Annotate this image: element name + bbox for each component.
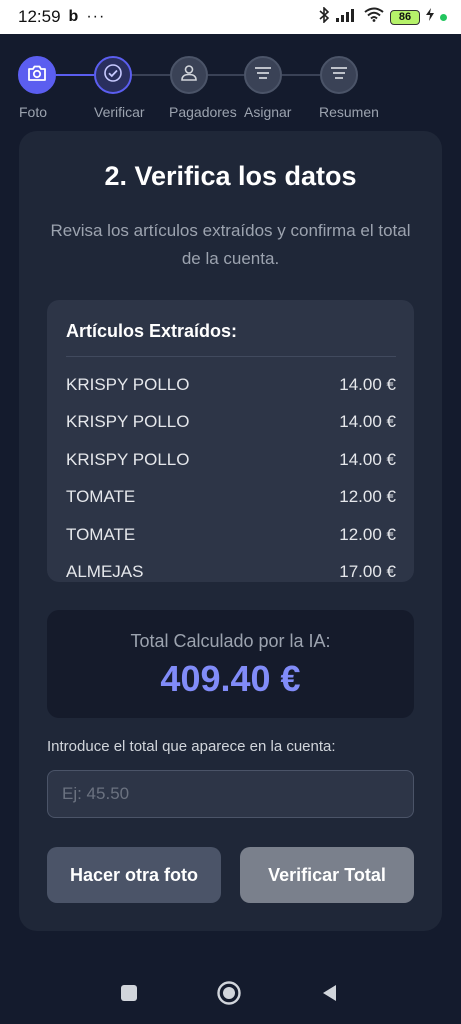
item-price: 12.00 € bbox=[339, 487, 396, 506]
item-price: 14.00 € bbox=[339, 412, 396, 431]
back-triangle-icon bbox=[320, 983, 338, 1008]
battery-indicator: 86 bbox=[390, 9, 420, 25]
retake-photo-button[interactable]: Hacer otra foto bbox=[47, 847, 221, 903]
system-nav-bar bbox=[0, 964, 461, 1024]
step-pagadores[interactable] bbox=[170, 56, 208, 94]
bing-app-icon: b bbox=[68, 8, 79, 25]
item-price: 14.00 € bbox=[339, 450, 396, 469]
item-name: KRISPY POLLO bbox=[66, 412, 190, 431]
step-label-foto: Foto bbox=[19, 104, 48, 120]
status-bar: 12:59 b ··· 86 bbox=[0, 0, 461, 34]
camera-icon bbox=[27, 64, 47, 87]
list-item: TOMATE 12.00 € bbox=[66, 520, 396, 550]
step-connector bbox=[282, 74, 320, 76]
more-notifications-icon: ··· bbox=[86, 8, 106, 25]
back-button[interactable] bbox=[314, 980, 344, 1010]
home-button[interactable] bbox=[214, 980, 244, 1010]
ai-total-value: 409.40 € bbox=[160, 658, 301, 699]
item-price: 14.00 € bbox=[339, 375, 396, 394]
wifi-icon bbox=[364, 7, 384, 27]
extracted-items-list[interactable]: Artículos Extraídos: KRISPY POLLO 14.00 … bbox=[47, 300, 414, 582]
items-header: Artículos Extraídos: bbox=[66, 321, 238, 341]
check-circle-icon bbox=[103, 63, 123, 88]
verify-card: 2. Verifica los datos Revisa los artícul… bbox=[19, 131, 442, 931]
list-item: KRISPY POLLO 14.00 € bbox=[66, 407, 396, 437]
step-label-resumen: Resumen bbox=[319, 104, 379, 120]
list-item: KRISPY POLLO 14.00 € bbox=[66, 445, 396, 475]
ai-total-label: Total Calculado por la IA: bbox=[130, 631, 331, 651]
user-icon bbox=[179, 63, 199, 88]
item-name: ALMEJAS bbox=[66, 562, 144, 581]
recent-apps-button[interactable] bbox=[114, 980, 144, 1010]
ai-total-box: Total Calculado por la IA: 409.40 € bbox=[47, 610, 414, 718]
step-verificar[interactable] bbox=[94, 56, 132, 94]
item-name: TOMATE bbox=[66, 525, 136, 544]
total-input-label: Introduce el total que aparece en la cue… bbox=[47, 738, 336, 755]
charging-icon bbox=[426, 8, 434, 26]
step-connector bbox=[56, 74, 94, 76]
item-name: TOMATE bbox=[66, 487, 136, 506]
item-name: KRISPY POLLO bbox=[66, 375, 190, 394]
total-input[interactable] bbox=[47, 770, 414, 818]
list-icon bbox=[253, 65, 273, 86]
item-name: KRISPY POLLO bbox=[66, 450, 190, 469]
list-item: ALMEJAS 17.00 € bbox=[66, 557, 396, 582]
page-title: 2. Verifica los datos bbox=[104, 161, 357, 191]
bluetooth-icon bbox=[318, 5, 330, 28]
progress-stepper: Foto Verificar Pagadores Asignar Resumen bbox=[0, 55, 461, 125]
home-circle-icon bbox=[216, 980, 242, 1011]
step-foto[interactable] bbox=[18, 56, 56, 94]
step-label-pagadores: Pagadores bbox=[169, 104, 237, 120]
step-connector bbox=[132, 74, 170, 76]
item-price: 17.00 € bbox=[339, 562, 396, 581]
status-left: 12:59 b ··· bbox=[18, 7, 105, 27]
step-connector bbox=[208, 74, 244, 76]
step-asignar[interactable] bbox=[244, 56, 282, 94]
signal-icon bbox=[336, 8, 358, 27]
page-description: Revisa los artículos extraídos y confirm… bbox=[50, 221, 411, 268]
items-divider bbox=[66, 356, 396, 357]
notification-dot bbox=[440, 13, 447, 21]
step-label-asignar: Asignar bbox=[244, 104, 292, 120]
square-icon bbox=[120, 984, 138, 1007]
item-price: 12.00 € bbox=[339, 525, 396, 544]
step-resumen[interactable] bbox=[320, 56, 358, 94]
verify-total-button[interactable]: Verificar Total bbox=[240, 847, 414, 903]
step-label-verificar: Verificar bbox=[94, 104, 145, 120]
list-icon bbox=[329, 65, 349, 86]
status-time: 12:59 bbox=[18, 7, 61, 26]
status-right: 86 bbox=[318, 5, 447, 28]
list-item: TOMATE 12.00 € bbox=[66, 482, 396, 512]
list-item: KRISPY POLLO 14.00 € bbox=[66, 370, 396, 400]
